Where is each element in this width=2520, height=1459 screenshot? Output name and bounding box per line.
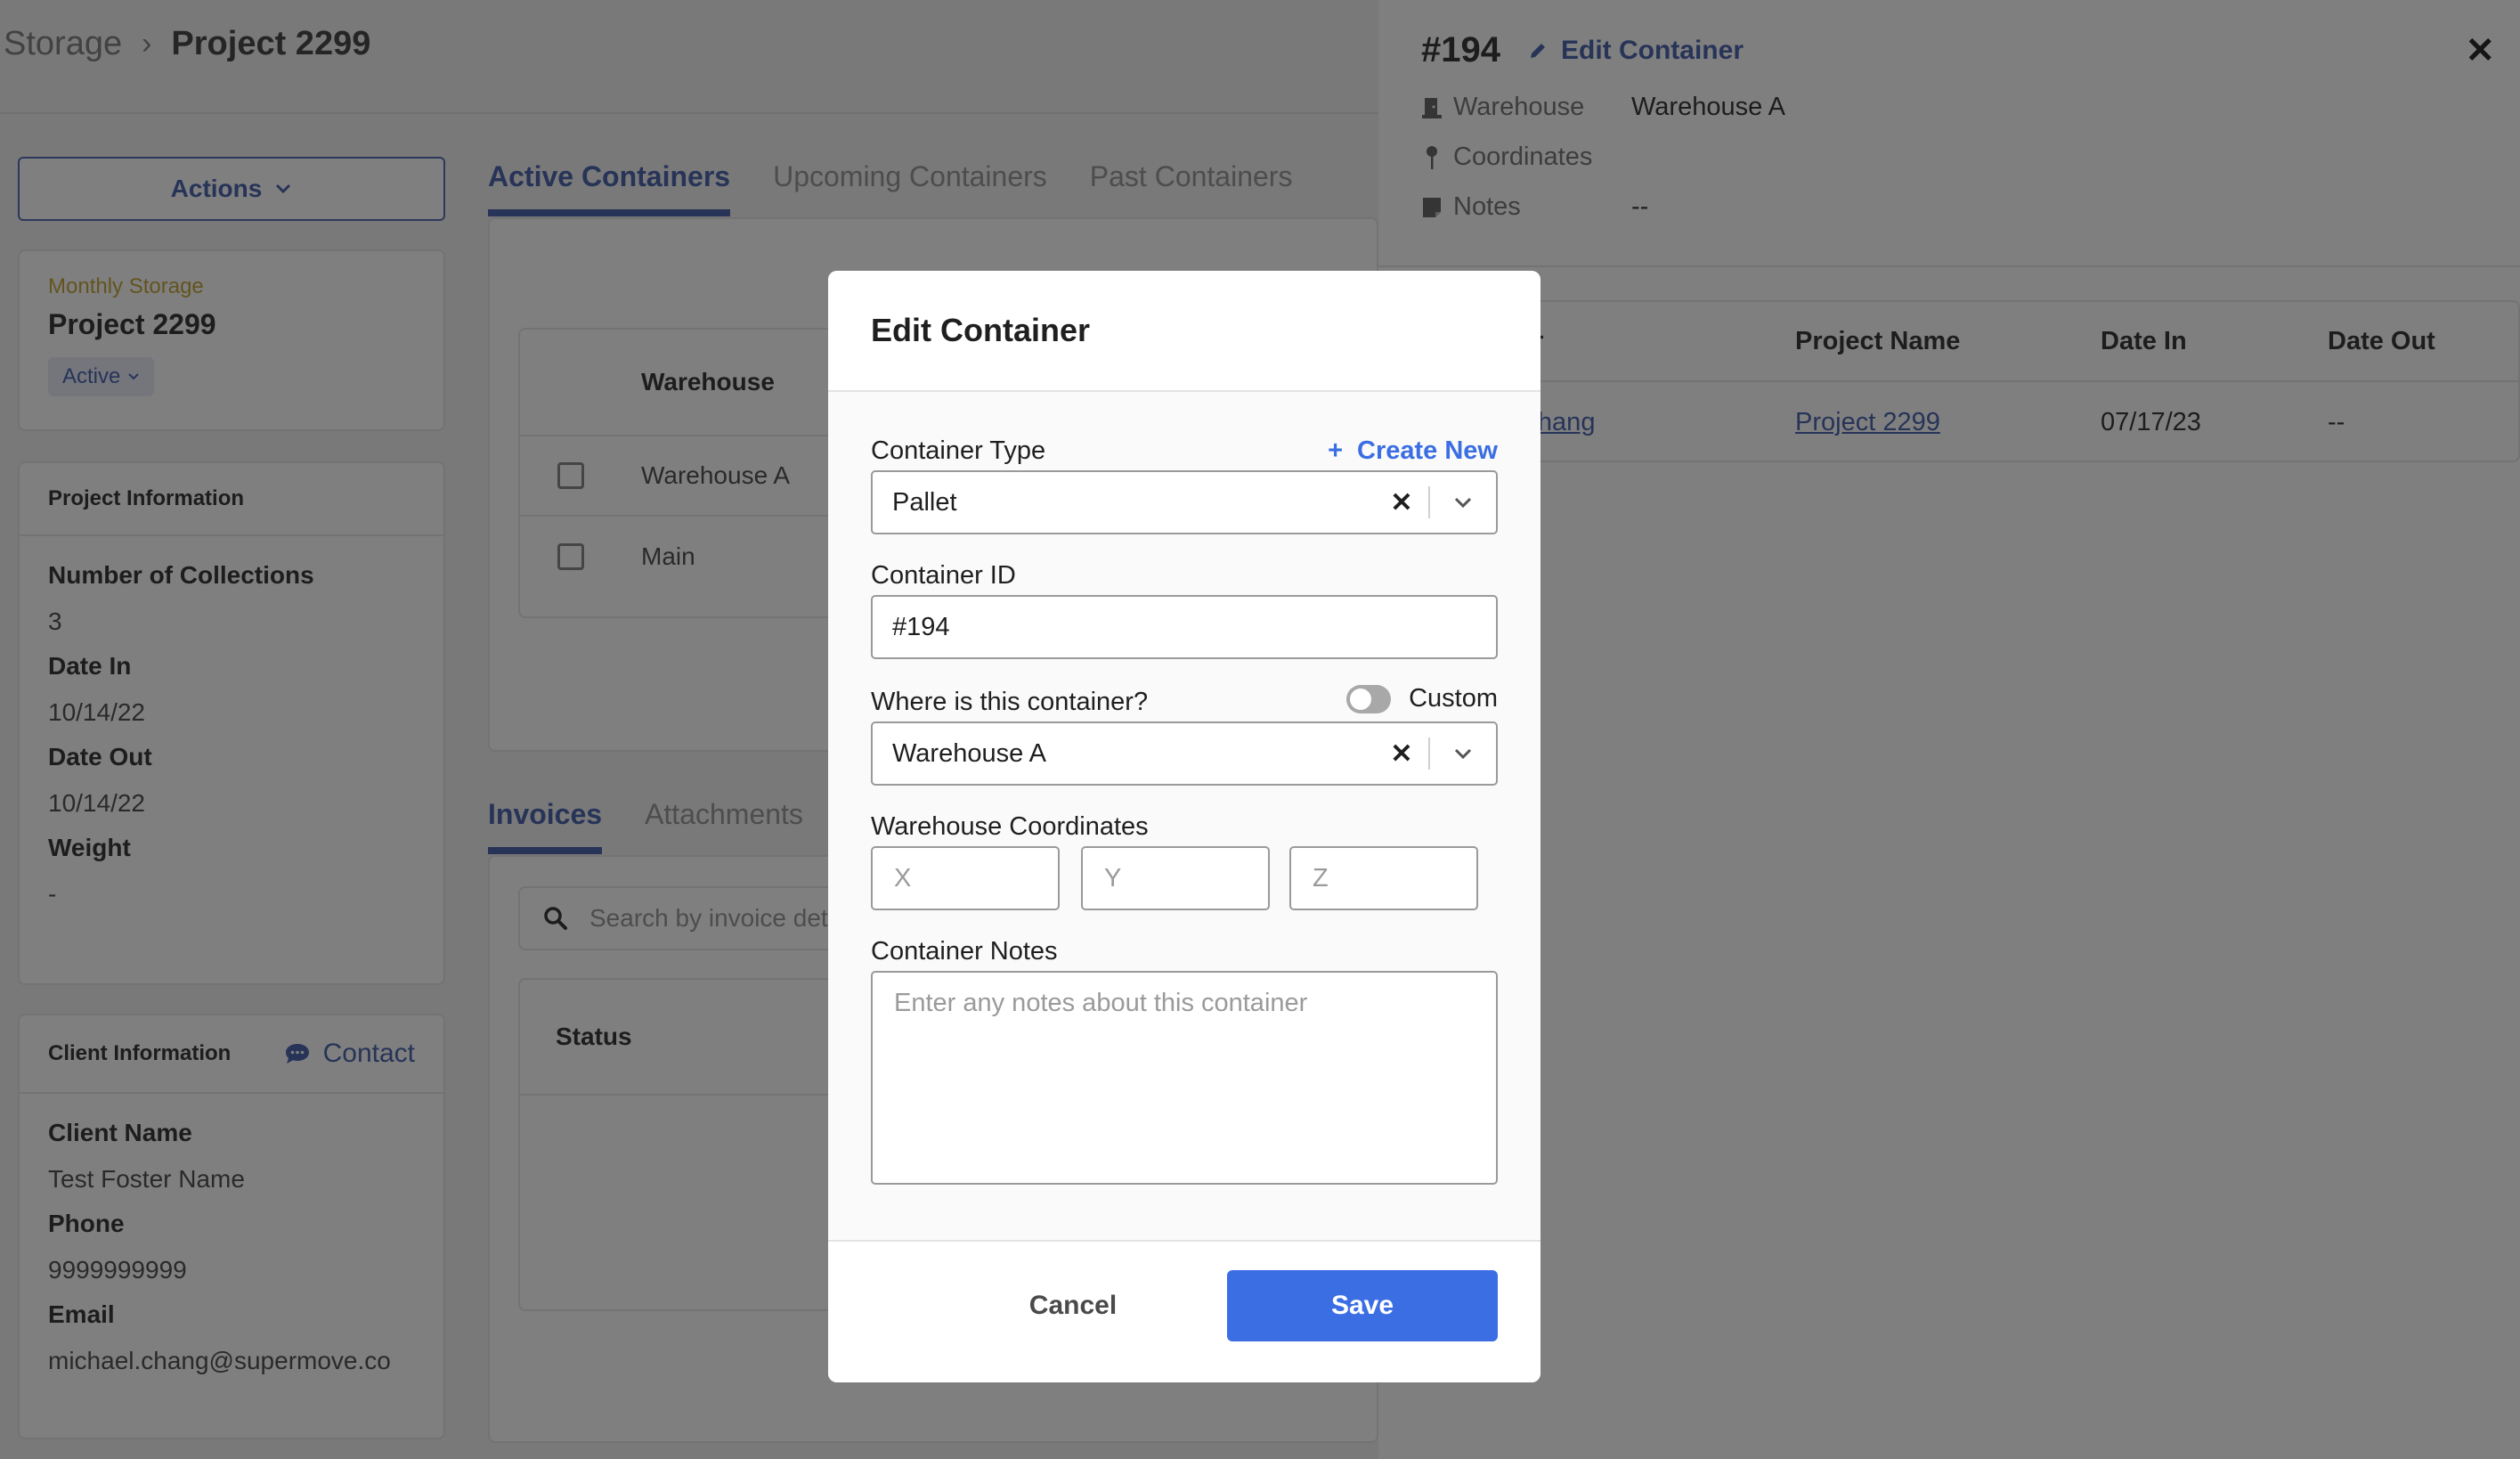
container-id-value: #194 (892, 612, 950, 641)
cancel-button[interactable]: Cancel (962, 1270, 1184, 1341)
coordinates-label: Warehouse Coordinates (871, 812, 1149, 841)
clear-icon[interactable]: ✕ (1375, 487, 1428, 518)
notes-label: Container Notes (871, 937, 1058, 966)
clear-icon[interactable]: ✕ (1375, 738, 1428, 770)
container-id-input[interactable]: #194 (871, 595, 1498, 659)
modal-title: Edit Container (828, 271, 1540, 392)
container-type-select[interactable]: Pallet ✕ (871, 470, 1498, 534)
coordinate-x-input[interactable]: X (871, 846, 1060, 910)
create-new-button[interactable]: + Create New (1328, 436, 1498, 466)
plus-icon: + (1328, 436, 1344, 465)
container-id-label: Container ID (871, 561, 1016, 590)
location-label: Where is this container? (871, 688, 1149, 716)
toggle-switch[interactable] (1346, 684, 1392, 713)
chevron-down-icon[interactable] (1430, 496, 1496, 509)
location-select[interactable]: Warehouse A ✕ (871, 721, 1498, 786)
location-value: Warehouse A (892, 738, 1047, 768)
save-button[interactable]: Save (1227, 1270, 1498, 1341)
chevron-down-icon[interactable] (1430, 747, 1496, 760)
coordinate-z-input[interactable]: Z (1289, 846, 1478, 910)
container-notes-textarea[interactable]: Enter any notes about this container (871, 971, 1498, 1185)
create-new-label: Create New (1357, 436, 1498, 465)
notes-placeholder: Enter any notes about this container (894, 989, 1308, 1017)
custom-location-toggle[interactable]: Custom (1346, 684, 1498, 713)
edit-container-modal: Edit Container Container Type + Create N… (828, 271, 1540, 1382)
container-type-value: Pallet (892, 487, 957, 517)
modal-footer: Cancel Save (828, 1240, 1540, 1382)
coordinate-y-input[interactable]: Y (1081, 846, 1270, 910)
container-type-label: Container Type (871, 436, 1046, 465)
custom-label: Custom (1409, 684, 1498, 713)
